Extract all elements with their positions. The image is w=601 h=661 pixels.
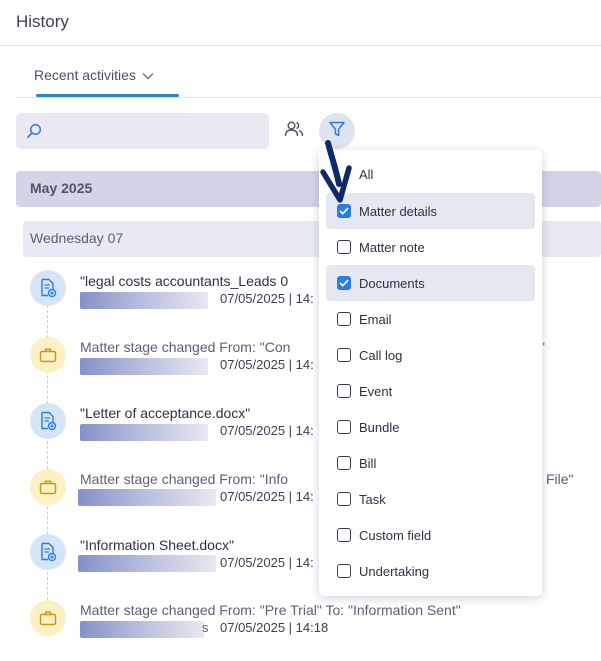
activity-author-redacted <box>78 555 216 572</box>
checkbox[interactable] <box>337 528 351 542</box>
tab-recent-activities[interactable]: Recent activities <box>34 67 154 83</box>
arrow-down-icon <box>318 140 352 209</box>
day-label: Wednesday 07 <box>30 230 124 246</box>
tab-active-indicator <box>36 94 179 97</box>
filter-option-label: Task <box>359 491 386 507</box>
checkbox[interactable] <box>337 492 351 506</box>
document-add-icon <box>30 534 66 570</box>
filter-option-label: Bill <box>359 455 377 471</box>
activity-title[interactable]: Matter stage changed From: "Pre Trial" T… <box>80 602 461 618</box>
filter-option-label: All <box>359 166 374 182</box>
filter-option-documents[interactable]: Documents <box>326 265 535 301</box>
activity-author-redacted <box>80 358 208 375</box>
month-label: May 2025 <box>30 180 93 196</box>
activity-author-redacted <box>80 292 208 309</box>
activity-title[interactable]: Matter stage changed From: "Info <box>80 471 288 487</box>
filter-option-label: Matter details <box>359 203 438 219</box>
filter-option-email[interactable]: Email <box>326 301 535 337</box>
activity-title[interactable]: "Letter of acceptance.docx" <box>80 405 250 421</box>
filter-option-label: Undertaking <box>359 563 430 579</box>
filter-option-undertaking[interactable]: Undertaking <box>326 553 535 589</box>
activity-title[interactable]: "legal costs accountants_Leads 0 <box>80 273 288 289</box>
document-add-icon <box>30 403 66 439</box>
search-input[interactable] <box>52 113 262 149</box>
activity-title-tail: File" <box>546 471 574 487</box>
filter-option-call-log[interactable]: Call log <box>326 337 535 373</box>
briefcase-icon <box>30 600 66 636</box>
activity-date: 07/05/2025 | 14: <box>220 291 314 306</box>
filter-option-bill[interactable]: Bill <box>326 445 535 481</box>
filter-option-event[interactable]: Event <box>326 373 535 409</box>
activity-date: 07/05/2025 | 14: <box>220 489 314 504</box>
filter-option-label: Call log <box>359 347 403 363</box>
document-add-icon <box>30 270 66 306</box>
checkbox[interactable] <box>337 348 351 362</box>
tab-bar: Recent activities <box>16 60 601 98</box>
filter-option-task[interactable]: Task <box>326 481 535 517</box>
briefcase-icon <box>30 469 66 505</box>
page-title: History <box>16 12 69 31</box>
activity-date: 07/05/2025 | 14: <box>220 423 314 438</box>
filter-option-label: Bundle <box>359 419 400 435</box>
filter-option-matter-note[interactable]: Matter note <box>326 229 535 265</box>
people-filter-button[interactable] <box>281 118 307 144</box>
briefcase-icon <box>30 337 66 373</box>
activity-filter-menu: All Matter details Matter note Documents… <box>319 150 542 596</box>
filter-option-label: Matter note <box>359 239 425 255</box>
filter-option-matter-details[interactable]: Matter details <box>326 193 535 229</box>
activity-title[interactable]: Matter stage changed From: "Con <box>80 339 290 355</box>
filter-option-label: Event <box>359 383 393 399</box>
search-box[interactable] <box>16 113 269 149</box>
checkbox[interactable] <box>337 456 351 470</box>
people-icon <box>284 120 304 143</box>
filter-option-all[interactable]: All <box>326 156 535 192</box>
filter-option-bundle[interactable]: Bundle <box>326 409 535 445</box>
filter-option-custom-field[interactable]: Custom field <box>326 517 535 553</box>
activity-author-redacted <box>80 621 204 638</box>
page-header: History <box>0 0 601 46</box>
activity-date: 07/05/2025 | 14: <box>220 357 314 372</box>
filter-option-label: Documents <box>359 275 425 291</box>
filter-option-label: Email <box>359 311 392 327</box>
activity-author-suffix: s <box>202 620 209 635</box>
checkbox[interactable] <box>337 384 351 398</box>
activity-date: 07/05/2025 | 14:18 <box>220 620 329 635</box>
activity-date: 07/05/2025 | 14: <box>220 555 314 570</box>
checkbox[interactable] <box>337 564 351 578</box>
checkbox-checked[interactable] <box>337 276 351 290</box>
filter-option-label: Custom field <box>359 527 432 543</box>
tab-label: Recent activities <box>34 67 136 83</box>
activity-author-redacted <box>78 489 216 506</box>
checkbox[interactable] <box>337 420 351 434</box>
activity-author-redacted <box>80 424 208 441</box>
activity-title[interactable]: "Information Sheet.docx" <box>80 537 234 553</box>
chevron-down-icon <box>142 67 154 83</box>
checkbox[interactable] <box>337 240 351 254</box>
checkbox[interactable] <box>337 312 351 326</box>
